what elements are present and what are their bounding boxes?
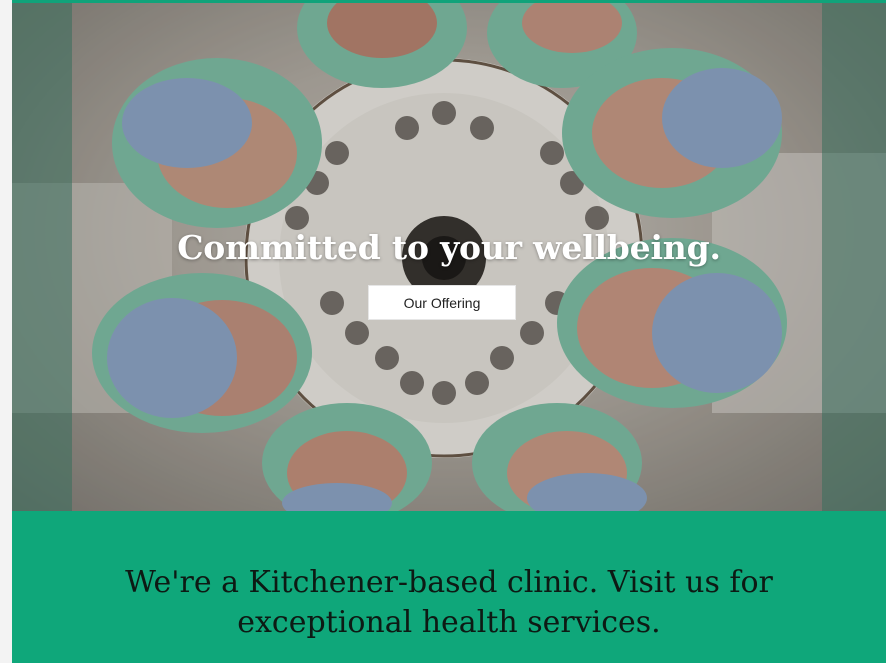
intro-text: We're a Kitchener-based clinic. Visit us… xyxy=(12,563,886,643)
hero-title: Committed to your wellbeing. xyxy=(177,228,721,267)
hero-banner: Committed to your wellbeing. Our Offerin… xyxy=(12,3,886,511)
intro-line-2: exceptional health services. xyxy=(237,605,661,640)
intro-section: We're a Kitchener-based clinic. Visit us… xyxy=(12,511,886,663)
left-gutter xyxy=(0,0,12,663)
our-offering-button[interactable]: Our Offering xyxy=(368,285,516,320)
intro-line-1: We're a Kitchener-based clinic. Visit us… xyxy=(125,565,773,600)
